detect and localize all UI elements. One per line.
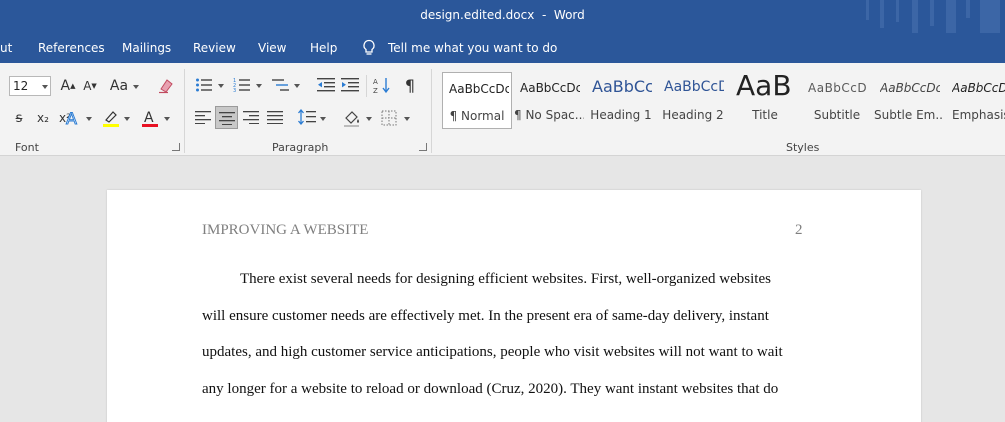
chevron-down-icon bbox=[124, 117, 130, 121]
chevron-down-icon bbox=[366, 117, 372, 121]
tab-review[interactable]: Review bbox=[193, 41, 236, 55]
ribbon: 12 A ▲ A ▼ Aa s x₂ x² A A Font 1 2 3 A Z… bbox=[0, 63, 1005, 156]
style-label: Subtle Em... bbox=[874, 108, 944, 122]
style-preview: AaB bbox=[736, 70, 792, 102]
style-preview: AaBbCcDc bbox=[880, 81, 940, 95]
style-label: Title bbox=[752, 108, 778, 122]
style-preview: AaBbCcD bbox=[664, 79, 724, 95]
group-separator bbox=[184, 69, 185, 153]
chevron-down-icon bbox=[86, 117, 92, 121]
title-bar: design.edited.docx - Word bbox=[0, 0, 1005, 33]
subscript-label: x₂ bbox=[37, 111, 49, 125]
tell-me-text: Tell me what you want to do bbox=[388, 40, 558, 55]
running-header: IMPROVING A WEBSITE bbox=[202, 222, 369, 238]
window-title: design.edited.docx - Word bbox=[420, 8, 585, 22]
font-size-value: 12 bbox=[13, 79, 29, 93]
decrease-indent-icon[interactable] bbox=[317, 77, 335, 93]
body-text-line: There exist several needs for designing … bbox=[240, 271, 771, 287]
ribbon-tabs: ut References Mailings Review View Help … bbox=[0, 33, 1005, 63]
font-group-label: Font bbox=[15, 141, 39, 154]
chevron-down-icon bbox=[404, 117, 410, 121]
svg-text:Z: Z bbox=[373, 87, 378, 94]
style-subtitle[interactable]: AaBbCcD Subtitle bbox=[802, 72, 872, 129]
style-label: Subtitle bbox=[813, 108, 861, 122]
style-preview: AaBbCc bbox=[592, 77, 652, 96]
lightbulb-icon bbox=[363, 39, 375, 55]
style-preview: AaBbCcDc bbox=[952, 81, 1005, 95]
style-heading-1[interactable]: AaBbCc Heading 1 bbox=[586, 72, 656, 129]
align-center-icon bbox=[219, 112, 235, 125]
chevron-down-icon bbox=[42, 85, 48, 89]
change-case-label: Aa bbox=[109, 78, 129, 94]
tab-references[interactable]: References bbox=[38, 41, 105, 55]
multilevel-list-icon[interactable] bbox=[272, 77, 290, 93]
tab-view[interactable]: View bbox=[258, 41, 286, 55]
borders-icon[interactable] bbox=[381, 110, 397, 126]
style-label: ¶ No Spac... bbox=[514, 108, 584, 122]
svg-text:A: A bbox=[373, 78, 378, 86]
body-text-line: any longer for a website to reload or do… bbox=[202, 381, 779, 397]
change-case-button[interactable]: Aa bbox=[108, 77, 130, 95]
chevron-down-icon bbox=[294, 84, 300, 88]
line-spacing-icon[interactable] bbox=[298, 109, 316, 125]
subscript-button[interactable]: x₂ bbox=[33, 109, 53, 127]
style-subtle-emphasis[interactable]: AaBbCcDc Subtle Em... bbox=[874, 72, 944, 129]
shading-icon[interactable] bbox=[342, 108, 362, 128]
style-normal[interactable]: AaBbCcDc ¶ Normal bbox=[442, 72, 512, 129]
numbering-icon[interactable]: 1 2 3 bbox=[233, 77, 251, 93]
svg-text:A: A bbox=[144, 110, 154, 126]
style-title[interactable]: AaB Title bbox=[730, 70, 800, 129]
highlighter-icon[interactable] bbox=[101, 108, 121, 128]
style-no-spacing[interactable]: AaBbCcDc ¶ No Spac... bbox=[514, 72, 584, 129]
style-label: ¶ Normal bbox=[449, 109, 505, 123]
shrink-font-button[interactable]: A ▼ bbox=[80, 77, 100, 95]
tab-help[interactable]: Help bbox=[310, 41, 337, 55]
grow-font-button[interactable]: A ▲ bbox=[58, 77, 78, 95]
align-left-icon[interactable] bbox=[195, 110, 211, 124]
bullets-icon[interactable] bbox=[195, 77, 213, 93]
chevron-down-icon bbox=[218, 84, 224, 88]
svg-text:3: 3 bbox=[233, 88, 236, 93]
style-label: Heading 1 bbox=[590, 108, 652, 122]
style-label: Heading 2 bbox=[662, 108, 724, 122]
body-text-line: will ensure customer needs are effective… bbox=[202, 308, 769, 324]
style-emphasis[interactable]: AaBbCcDc Emphasis bbox=[946, 72, 1005, 129]
tab-layout[interactable]: ut bbox=[0, 41, 12, 55]
justify-icon[interactable] bbox=[267, 110, 283, 124]
text-effects-icon[interactable]: A bbox=[64, 109, 82, 127]
tab-mailings[interactable]: Mailings bbox=[122, 41, 171, 55]
group-separator bbox=[431, 69, 432, 153]
document-page[interactable]: IMPROVING A WEBSITE 2 There exist severa… bbox=[107, 190, 921, 422]
tell-me-search[interactable]: Tell me what you want to do bbox=[362, 39, 557, 56]
font-color-icon[interactable]: A bbox=[141, 108, 159, 128]
chevron-down-icon bbox=[164, 117, 170, 121]
separator bbox=[366, 75, 367, 97]
font-size-box[interactable]: 12 bbox=[9, 76, 51, 96]
chevron-down-icon bbox=[320, 117, 326, 121]
sort-icon[interactable]: A Z bbox=[373, 76, 391, 94]
clear-formatting-icon[interactable] bbox=[156, 77, 176, 95]
style-preview: AaBbCcD bbox=[808, 81, 868, 95]
align-center-button[interactable] bbox=[215, 106, 238, 129]
increase-indent-icon[interactable] bbox=[341, 77, 359, 93]
style-label: Emphasis bbox=[952, 108, 1005, 122]
style-heading-2[interactable]: AaBbCcD Heading 2 bbox=[658, 72, 728, 129]
chevron-down-icon bbox=[256, 84, 262, 88]
chevron-down-icon bbox=[133, 85, 139, 89]
align-right-icon[interactable] bbox=[243, 110, 259, 124]
style-preview: AaBbCcDc bbox=[449, 82, 509, 96]
style-preview: AaBbCcDc bbox=[520, 81, 580, 95]
paragraph-dialog-launcher[interactable] bbox=[419, 143, 427, 151]
paragraph-group-label: Paragraph bbox=[272, 141, 329, 154]
svg-text:A: A bbox=[66, 109, 77, 127]
styles-group-label: Styles bbox=[786, 141, 820, 154]
body-text-line: updates, and high customer service antic… bbox=[202, 344, 783, 360]
show-formatting-marks-icon[interactable]: ¶ bbox=[401, 75, 419, 95]
font-dialog-launcher[interactable] bbox=[172, 143, 180, 151]
page-number: 2 bbox=[795, 222, 803, 238]
strikethrough-button[interactable]: s bbox=[10, 109, 28, 127]
